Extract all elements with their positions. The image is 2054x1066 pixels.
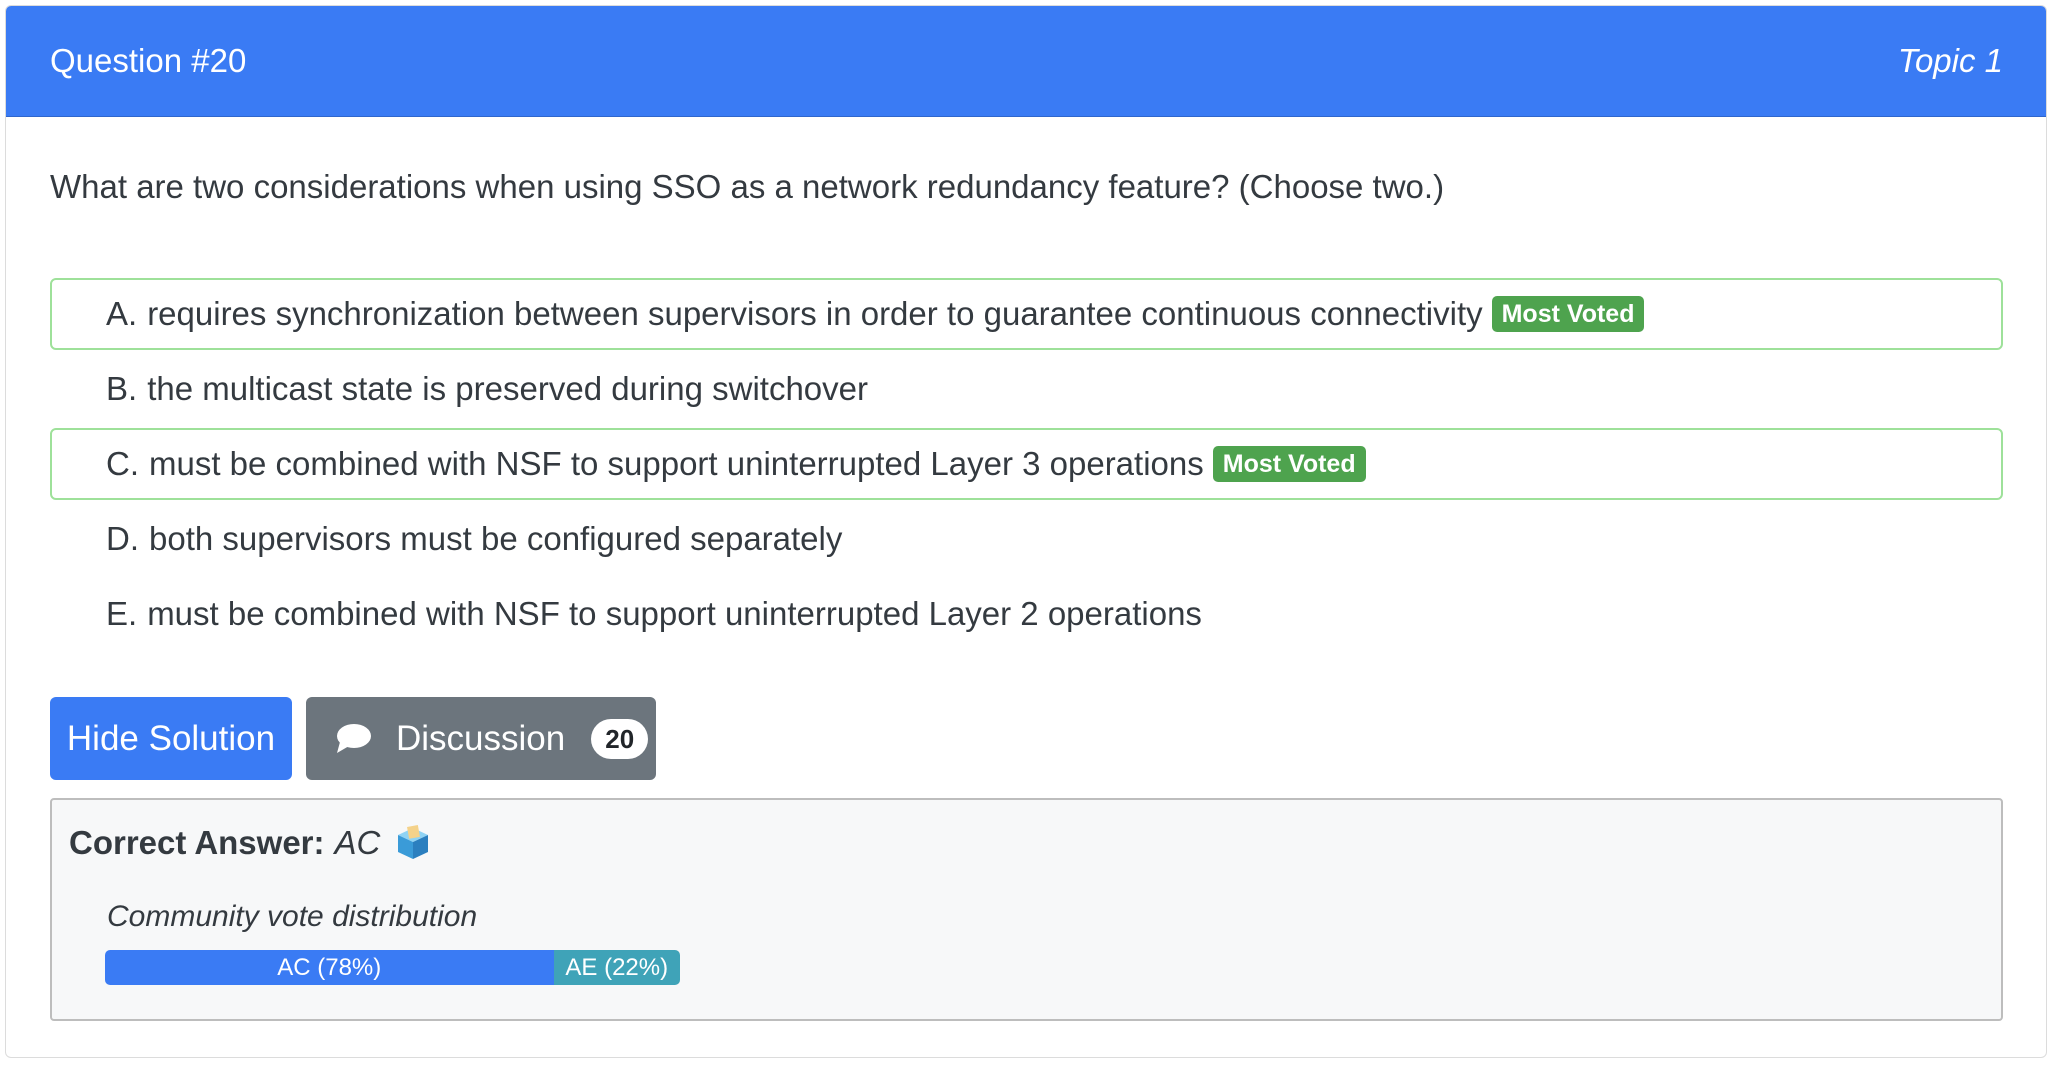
choice-b[interactable]: B. the multicast state is preserved duri… [50,353,2003,425]
hide-solution-button[interactable]: Hide Solution [50,697,292,780]
question-number: Question #20 [50,42,247,79]
most-voted-badge: Most Voted [1212,446,1366,482]
discussion-count-badge: 20 [591,718,649,759]
comment-icon [337,723,371,753]
choice-letter: D. [106,520,139,557]
choice-a[interactable]: A. requires synchronization between supe… [50,278,2003,350]
question-text: What are two considerations when using S… [50,168,1445,205]
choice-letter: E. [106,595,138,632]
correct-answer-value: AC [334,824,381,861]
correct-answer-line: Correct Answer: AC [69,824,432,862]
topic-label: Topic 1 [1897,42,2003,79]
choice-text: requires synchronization between supervi… [147,295,1483,332]
discussion-button[interactable]: Discussion 20 [306,697,656,780]
choice-c[interactable]: C. must be combined with NSF to support … [50,428,2003,500]
choice-letter: A. [106,295,138,332]
action-buttons: Hide Solution Discussion 20 [50,697,656,780]
choice-text: both supervisors must be configured sepa… [149,520,843,557]
choice-e[interactable]: E. must be combined with NSF to support … [50,578,2003,650]
choice-letter: B. [106,370,138,407]
choice-list: A. requires synchronization between supe… [50,278,2003,653]
ballot-box-icon[interactable] [394,824,432,862]
question-card: Question #20 Topic 1 What are two consid… [5,5,2047,1058]
question-header: Question #20 Topic 1 [6,6,2046,117]
most-voted-badge: Most Voted [1491,296,1645,332]
choice-d[interactable]: D. both supervisors must be configured s… [50,503,2003,575]
vote-distribution-bar: AC (78%) AE (22%) [105,950,680,985]
choice-letter: C. [106,445,139,482]
vote-segment-label: AE (22%) [565,953,669,981]
hide-solution-label: Hide Solution [66,718,276,758]
vote-segment-ae: AE (22%) [553,950,680,985]
choice-text: the multicast state is preserved during … [147,370,868,407]
correct-answer-label: Correct Answer: [69,824,325,861]
vote-segment-label: AC (78%) [277,953,382,981]
choice-text: must be combined with NSF to support uni… [149,445,1204,482]
choice-text: must be combined with NSF to support uni… [147,595,1202,632]
vote-distribution-label: Community vote distribution [107,900,478,933]
vote-segment-ac: AC (78%) [105,950,554,985]
solution-panel: Correct Answer: AC Community vote distri… [50,798,2003,1021]
discussion-label: Discussion [396,718,566,758]
